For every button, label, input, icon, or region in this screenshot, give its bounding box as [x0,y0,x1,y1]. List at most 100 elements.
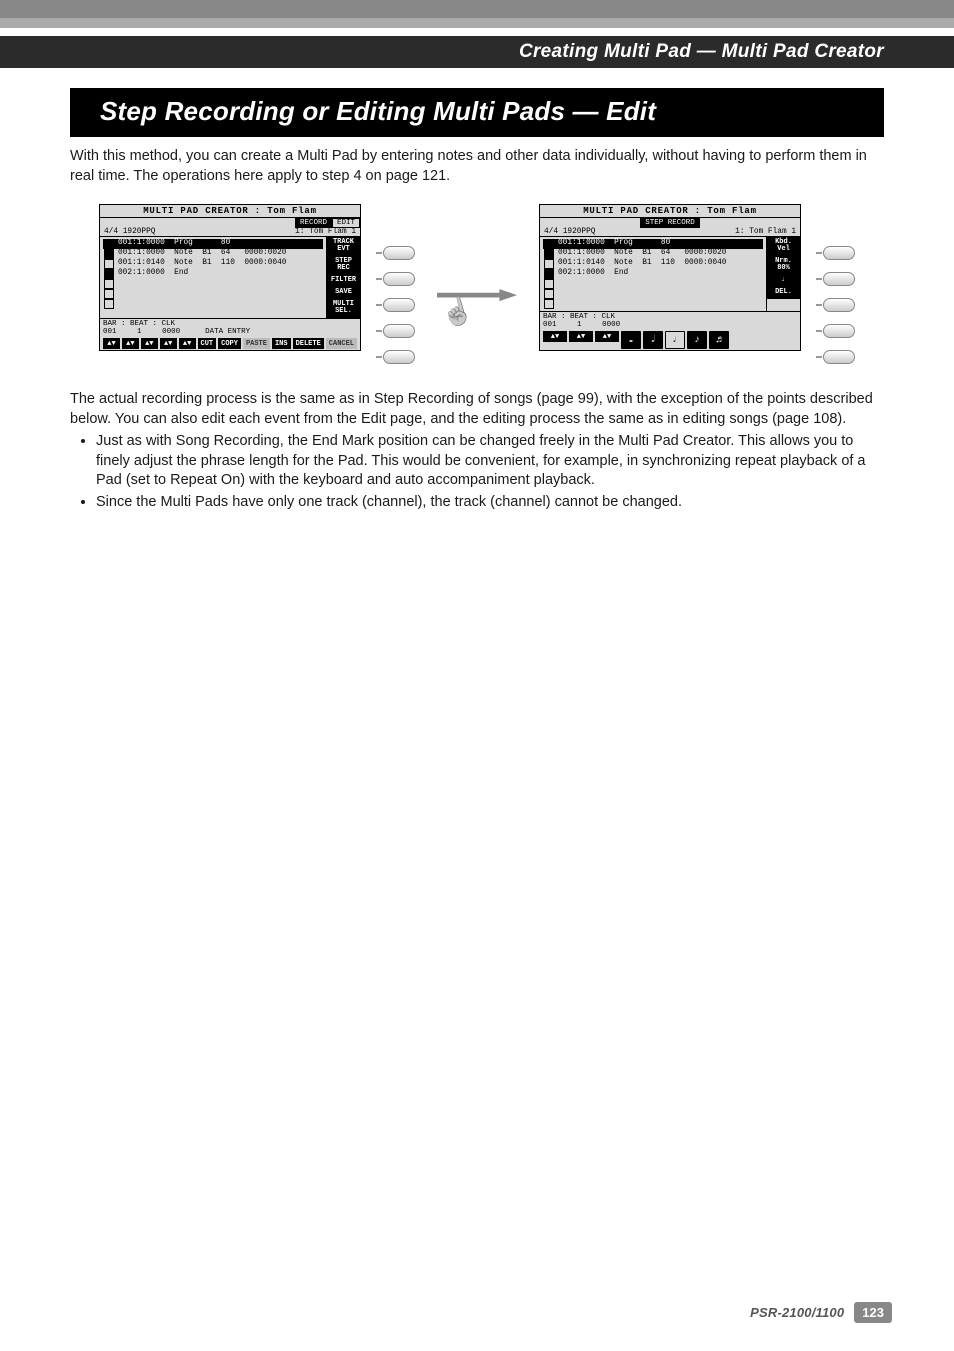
tab-step-record: STEP RECORD [640,218,700,228]
lcd-foot-right: BAR : BEAT : CLK 001 1 0000 ▲▼ ▲▼ ▲▼ 𝅝𝅗𝅥… [540,311,800,350]
lcd-foot-button: INS [272,338,291,349]
note-value-button: 𝅝 [621,331,641,349]
lcd-side-buttons: Kbd. VelNrm. 80%♩DEL. [766,237,800,311]
section-heading: Step Recording or Editing Multi Pads — E… [70,88,884,137]
lcd-body: 001:1:0000 Prog 80 001:1:0000 Note B1 64… [540,237,800,311]
note-value-button: 𝅗𝅥 [643,331,663,349]
cursor-box-icon [544,249,554,259]
event-row-empty [103,289,323,299]
pointer: ☝️ [437,287,517,337]
cursor-box-icon [104,279,114,289]
hardware-button[interactable] [383,272,415,286]
body-text: The actual recording process is the same… [70,390,884,512]
lcd-event-list: 001:1:0000 Prog 80 001:1:0000 Note B1 64… [100,237,326,318]
updown-icon: ▲▼ [569,331,593,342]
event-text: 001:1:0000 Note B1 64 0000:0020 [118,249,286,259]
data-entry-label: DATA ENTRY [205,328,250,336]
footer: PSR-2100/1100 123 [750,1302,892,1323]
content: Step Recording or Editing Multi Pads — E… [70,88,884,513]
hardware-button[interactable] [383,246,415,260]
cursor-box-icon [104,239,114,249]
chapter-title: Creating Multi Pad — Multi Pad Creator [519,41,884,63]
cursor-box-icon [544,259,554,269]
hardware-button[interactable] [823,246,855,260]
cursor-box-icon [104,269,114,279]
hardware-button[interactable] [383,350,415,364]
event-row-empty [543,299,763,309]
lcd-side-button: STEP REC [327,256,360,275]
lcd-tabs-right: STEP RECORD [540,218,800,228]
hardware-button[interactable] [383,324,415,338]
cursor-box-icon [104,289,114,299]
hardware-button[interactable] [823,298,855,312]
bullet-list: Just as with Song Recording, the End Mar… [70,432,884,512]
lcd-foot-button: PASTE [243,338,270,349]
lcd-foot-left: BAR : BEAT : CLK 001 1 0000 DATA ENTRY ▲… [100,318,360,350]
hardware-button-column-right [823,204,855,364]
lcd-screen-left: MULTI PAD CREATOR : Tom Flam RECORD EDIT… [99,204,361,351]
event-row-empty [543,279,763,289]
cursor-box-icon [544,269,554,279]
lcd-side-buttons: TRACK EVTSTEP RECFILTERSAVEMULTI SEL. [326,237,360,318]
event-row: 001:1:0140 Note B1 110 0000:0040 [103,259,323,269]
bar-beat-clk-label: BAR : BEAT : CLK [103,320,175,328]
foot-button-row-right: ▲▼ ▲▼ ▲▼ 𝅝𝅗𝅥♩♪♬ [543,331,797,349]
event-text: 002:1:0000 End [118,269,244,279]
cursor-box-icon [104,259,114,269]
hardware-button[interactable] [823,272,855,286]
updown-icon: ▲▼ [179,338,196,349]
lcd-header-right: 1: Tom Flam 1 [735,228,796,236]
note-value-button: ♬ [709,331,729,349]
event-row: 001:1:0000 Note B1 64 0000:0020 [543,249,763,259]
foot-clk: 0000 [602,321,620,329]
figure: MULTI PAD CREATOR : Tom Flam RECORD EDIT… [70,204,884,364]
event-row: 002:1:0000 End [543,269,763,279]
lcd-side-button: Nrm. 80% [767,256,800,275]
bar-beat-clk-label: BAR : BEAT : CLK [543,313,615,321]
cursor-box-icon [104,249,114,259]
footer-model: PSR-2100/1100 [750,1305,844,1320]
lcd-header-left: 4/4 1920PPQ [544,228,595,236]
bullet-item: Since the Multi Pads have only one track… [96,493,884,513]
foot-beat: 1 [577,321,582,329]
intro-paragraph: With this method, you can create a Multi… [70,147,884,186]
lcd-title: MULTI PAD CREATOR : Tom Flam [540,205,800,218]
foot-bar: 001 [103,328,117,336]
cursor-box-icon [544,279,554,289]
tab-record: RECORD [295,218,332,228]
foot-bar: 001 [543,321,557,329]
lcd-side-button: MULTI SEL. [327,299,360,318]
updown-icon: ▲▼ [595,331,619,342]
lcd-tabs-left: RECORD EDIT [100,218,360,228]
cursor-box-icon [544,289,554,299]
event-text: 001:1:0000 Prog 80 [118,239,244,249]
hardware-button[interactable] [823,324,855,338]
hardware-button[interactable] [383,298,415,312]
lcd-foot-button: CUT [198,338,217,349]
bullet-item: Just as with Song Recording, the End Mar… [96,432,884,491]
event-row: 001:1:0000 Prog 80 [103,239,323,249]
event-row-empty [103,299,323,309]
updown-icon: ▲▼ [141,338,158,349]
hardware-button-column-left [383,204,415,364]
footer-page-number: 123 [854,1302,892,1323]
event-row: 001:1:0000 Note B1 64 0000:0020 [103,249,323,259]
event-row: 002:1:0000 End [103,269,323,279]
note-value-button: ♩ [665,331,685,349]
body-paragraph: The actual recording process is the same… [70,390,884,429]
lcd-foot-button: COPY [218,338,241,349]
lcd-side-button: Kbd. Vel [767,237,800,256]
hardware-button[interactable] [823,350,855,364]
lcd-foot-button: CANCEL [326,338,357,349]
updown-icon: ▲▼ [160,338,177,349]
foot-beat: 1 [137,328,142,336]
chapter-bar: Creating Multi Pad — Multi Pad Creator [0,36,954,68]
lcd-header: 4/4 1920PPQ 1: Tom Flam 1 [540,228,800,237]
lcd-side-button: ♩ [767,275,800,287]
event-row-empty [103,279,323,289]
lcd-side-button: TRACK EVT [327,237,360,256]
top-band-decoration [0,0,954,18]
lcd-title: MULTI PAD CREATOR : Tom Flam [100,205,360,218]
event-row: 001:1:0140 Note B1 110 0000:0040 [543,259,763,269]
updown-icon: ▲▼ [543,331,567,342]
